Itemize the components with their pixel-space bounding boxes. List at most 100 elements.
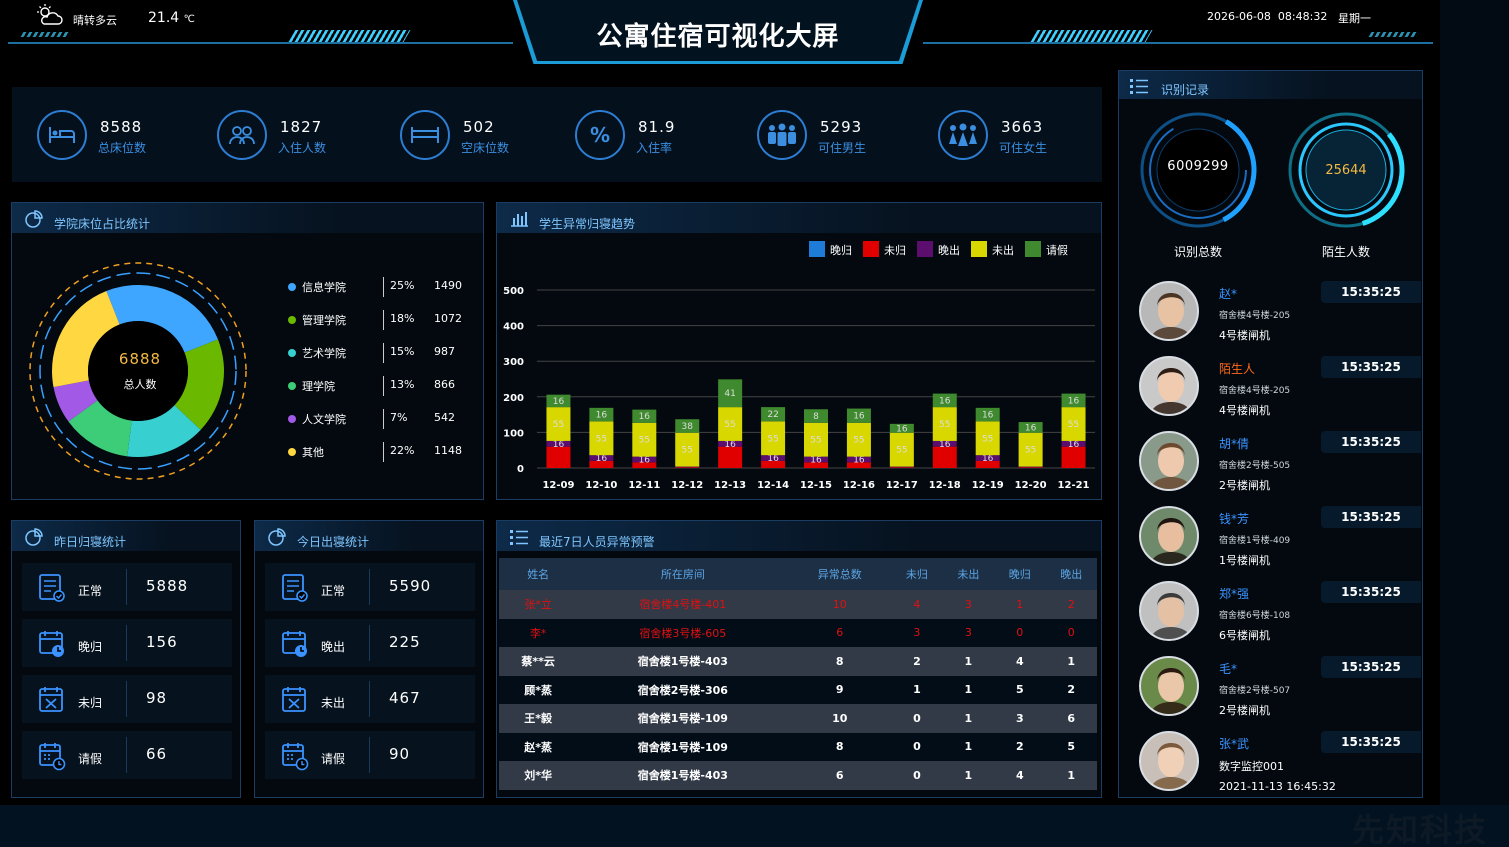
column-header: 姓名 [499, 558, 578, 590]
x-tick-label: 12-19 [972, 480, 1004, 491]
table-row[interactable]: 蔡**云 宿舍楼1号楼-403 8 2 1 4 1 [499, 647, 1097, 676]
donut-center-label: 总人数 [123, 378, 157, 391]
table-cell: 6 [788, 618, 892, 647]
trend-panel: 学生异常归寝趋势 晚归 未归 晚出 未出 请假 500 400 300 200 100 0 16 55 1… [496, 202, 1102, 500]
legend-item: 理学院 13% 866 [288, 376, 468, 396]
trend-panel-title: 学生异常归寝趋势 [539, 217, 636, 231]
yesterday-panel: 昨日归寝统计 正常 5888 晚归 156 未归 98 请假 66 [11, 520, 241, 798]
stat-row-divider [369, 737, 370, 773]
x-tick-label: 12-12 [671, 480, 703, 491]
table-row[interactable]: 刘*华 宿舍楼1号楼-403 6 0 1 4 1 [499, 761, 1097, 790]
legend-swatch [809, 241, 825, 257]
people-icon [217, 110, 267, 160]
stat-row-value: 66 [146, 745, 168, 763]
table-cell: 0 [891, 732, 943, 761]
record-device: 4号楼闸机 [1219, 329, 1270, 342]
table-cell: 宿舍楼1号楼-109 [577, 704, 789, 733]
stat-row-value: 90 [389, 745, 411, 763]
list-icon [510, 530, 528, 545]
legend-swatch [863, 241, 879, 257]
recognition-record[interactable]: 钱*芳 宿舍楼1号楼-409 1号楼闸机 15:35:25 [1119, 506, 1421, 576]
table-cell: 6 [788, 761, 892, 790]
bar-segment [675, 466, 700, 468]
legend-dot [288, 283, 296, 291]
bar-data-label: 16 [982, 454, 994, 464]
bar-data-label: 16 [1025, 423, 1037, 433]
record-name: 胡*倩 [1219, 437, 1250, 451]
stat-label: 空床位数 [461, 141, 510, 155]
avatar [1139, 281, 1199, 341]
avatar [1139, 581, 1199, 641]
x-tick-label: 12-11 [628, 480, 660, 491]
bar-data-label: 55 [853, 436, 864, 446]
page-title: 公寓住宿可视化大屏 [596, 22, 840, 52]
table-row[interactable]: 顾*蒸 宿舍楼2号楼-306 9 1 1 5 2 [499, 675, 1097, 704]
recognition-record[interactable]: 赵* 宿舍楼4号楼-205 4号楼闸机 15:35:25 [1119, 281, 1421, 351]
table-cell: 9 [788, 675, 892, 704]
calendar-clock-icon [281, 629, 309, 659]
avatar [1139, 731, 1199, 791]
legend-count: 987 [434, 345, 455, 358]
x-tick-label: 12-21 [1058, 480, 1090, 491]
header-stripes-left [288, 30, 411, 42]
warnings-table-body: 张*立 宿舍楼4号楼-401 10 4 3 1 2 李* 宿舍楼3号楼-605 6 3 3 0 0 蔡**云… [499, 590, 1097, 790]
avatar [1139, 506, 1199, 566]
legend-separator [383, 376, 384, 396]
temperature: 21.4 ℃ [148, 10, 195, 26]
table-row[interactable]: 王*毅 宿舍楼1号楼-109 10 0 1 3 6 [499, 704, 1097, 733]
legend-name: 人文学院 [302, 413, 346, 426]
bar-data-label: 55 [767, 434, 778, 444]
table-cell: 宿舍楼1号楼-403 [577, 761, 789, 790]
record-building: 宿舍楼2号楼-507 [1219, 686, 1291, 696]
x-tick-label: 12-16 [843, 480, 875, 491]
calendar-leave-icon [38, 741, 66, 771]
stat-value: 5293 [820, 118, 863, 136]
recognition-record[interactable]: 郑*强 宿舍楼6号楼-108 6号楼闸机 15:35:25 [1119, 581, 1421, 651]
bar-segment [932, 446, 957, 468]
pie-chart-icon [25, 210, 43, 228]
header-stripes-small-left [20, 32, 72, 37]
table-cell: 0 [994, 618, 1046, 647]
table-cell: 1 [994, 590, 1046, 619]
bar-data-label: 16 [553, 397, 565, 407]
record-name: 郑*强 [1219, 587, 1250, 601]
stat-value: 8588 [100, 118, 143, 136]
table-row[interactable]: 李* 宿舍楼3号楼-605 6 3 3 0 0 [499, 618, 1097, 647]
stat-row-label: 请假 [78, 752, 103, 766]
table-cell: 0 [891, 704, 943, 733]
recognition-record[interactable]: 张*武 数字监控001 2021-11-13 16:45:32 15:35:25 [1119, 731, 1421, 801]
stranger-count-label: 陌生人数 [1321, 245, 1370, 259]
bar-data-label: 55 [810, 436, 821, 446]
record-name: 赵* [1219, 287, 1238, 301]
table-row[interactable]: 张*立 宿舍楼4号楼-401 10 4 3 1 2 [499, 590, 1097, 619]
legend-item: 管理学院 18% 1072 [288, 310, 468, 330]
table-cell: 2 [891, 647, 943, 676]
legend-name: 艺术学院 [302, 347, 346, 360]
warnings-panel: 最近7日人员异常预警 姓名 所在房间 异常总数 未归 未出 晚归 晚出 张*立 宿舍楼4号楼-… [496, 520, 1102, 798]
recognition-record[interactable]: 毛* 宿舍楼2号楼-507 2号楼闸机 15:35:25 [1119, 656, 1421, 726]
bar-data-label: 16 [810, 455, 822, 465]
bar-data-label: 38 [682, 422, 694, 432]
calendar-leave-icon [281, 741, 309, 771]
record-name: 陌生人 [1219, 362, 1256, 376]
bar-data-label: 16 [1068, 396, 1080, 406]
table-cell: 李* [499, 618, 578, 647]
bar-segment [889, 467, 914, 468]
recognition-record[interactable]: 陌生人 宿舍楼4号楼-205 4号楼闸机 15:35:25 [1119, 356, 1421, 426]
pie-chart-icon [268, 528, 286, 546]
bar-data-label: 55 [596, 434, 607, 444]
legend-count: 1490 [434, 279, 462, 292]
bar-data-label: 16 [767, 454, 779, 464]
bed-icon [37, 110, 87, 160]
table-row[interactable]: 赵*蒸 宿舍楼1号楼-109 8 0 1 2 5 [499, 732, 1097, 761]
calendar-x-icon [38, 685, 66, 715]
legend-item: 人文学院 7% 542 [288, 409, 468, 429]
record-building: 宿舍楼4号楼-205 [1219, 386, 1291, 396]
legend-label: 请假 [1046, 243, 1068, 257]
legend-separator [383, 310, 384, 330]
total-recognition-label: 识别总数 [1173, 245, 1222, 259]
recognition-record[interactable]: 胡*倩 宿舍楼2号楼-505 2号楼闸机 15:35:25 [1119, 431, 1421, 501]
temperature-unit: ℃ [183, 14, 195, 25]
stat-row: 正常 5590 [265, 563, 475, 611]
x-tick-label: 12-18 [929, 480, 961, 491]
